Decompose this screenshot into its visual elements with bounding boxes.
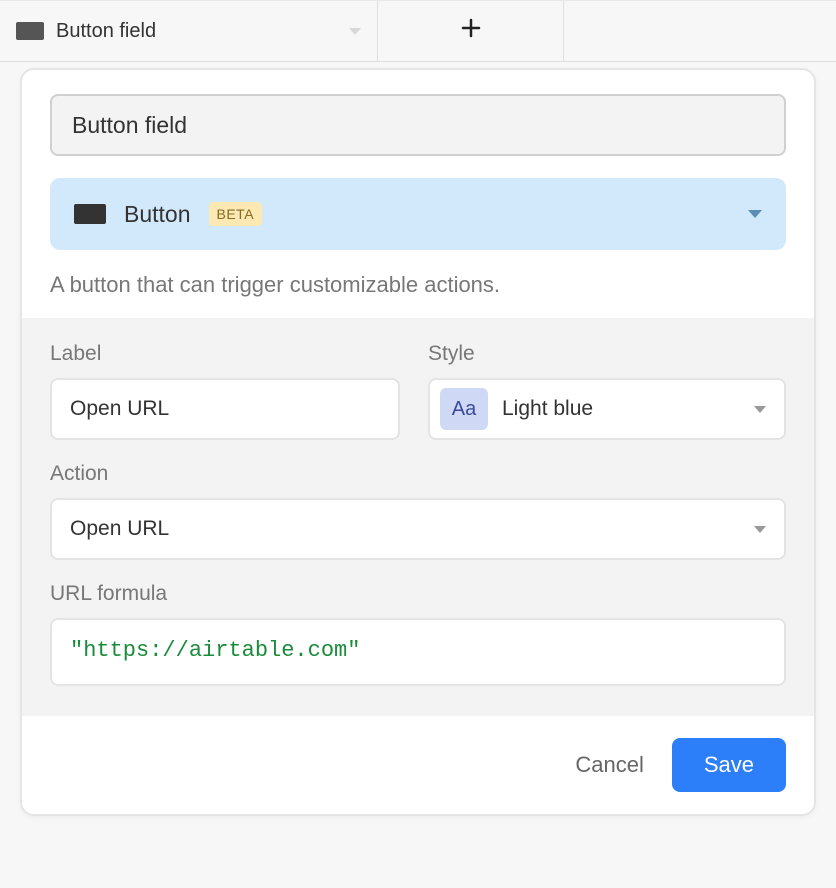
field-type-label: Button — [124, 201, 191, 228]
save-button[interactable]: Save — [672, 738, 786, 792]
button-icon — [74, 204, 106, 224]
button-icon — [16, 22, 44, 40]
label-field-label: Label — [50, 342, 400, 366]
column-header-button-field[interactable]: Button field — [0, 1, 378, 61]
style-swatch: Aa — [440, 388, 488, 430]
popover-config-section: Label Style Aa Light blue Action Open UR… — [22, 318, 814, 716]
popover-footer: Cancel Save — [22, 716, 814, 814]
field-config-popover: Button BETA A button that can trigger cu… — [20, 68, 816, 816]
action-select-value: Open URL — [70, 517, 169, 541]
columns-header-row: Button field — [0, 0, 836, 62]
button-label-input[interactable] — [50, 378, 400, 440]
chevron-down-icon — [349, 28, 361, 35]
action-field-label: Action — [50, 462, 786, 486]
beta-badge: BETA — [209, 202, 263, 226]
popover-top-section: Button BETA A button that can trigger cu… — [22, 70, 814, 318]
chevron-down-icon — [748, 210, 762, 218]
chevron-down-icon — [754, 406, 766, 413]
field-type-select[interactable]: Button BETA — [50, 178, 786, 250]
add-column-button[interactable] — [378, 1, 564, 61]
style-select-value: Light blue — [502, 397, 593, 421]
column-header-label: Button field — [56, 20, 156, 43]
field-name-input[interactable] — [50, 94, 786, 156]
button-action-select[interactable]: Open URL — [50, 498, 786, 560]
url-formula-input[interactable]: "https://airtable.com" — [50, 618, 786, 686]
plus-icon — [459, 16, 483, 46]
cancel-button[interactable]: Cancel — [575, 752, 643, 778]
style-field-label: Style — [428, 342, 786, 366]
chevron-down-icon — [754, 526, 766, 533]
formula-field-label: URL formula — [50, 582, 786, 606]
button-style-select[interactable]: Aa Light blue — [428, 378, 786, 440]
field-type-description: A button that can trigger customizable a… — [50, 272, 786, 298]
